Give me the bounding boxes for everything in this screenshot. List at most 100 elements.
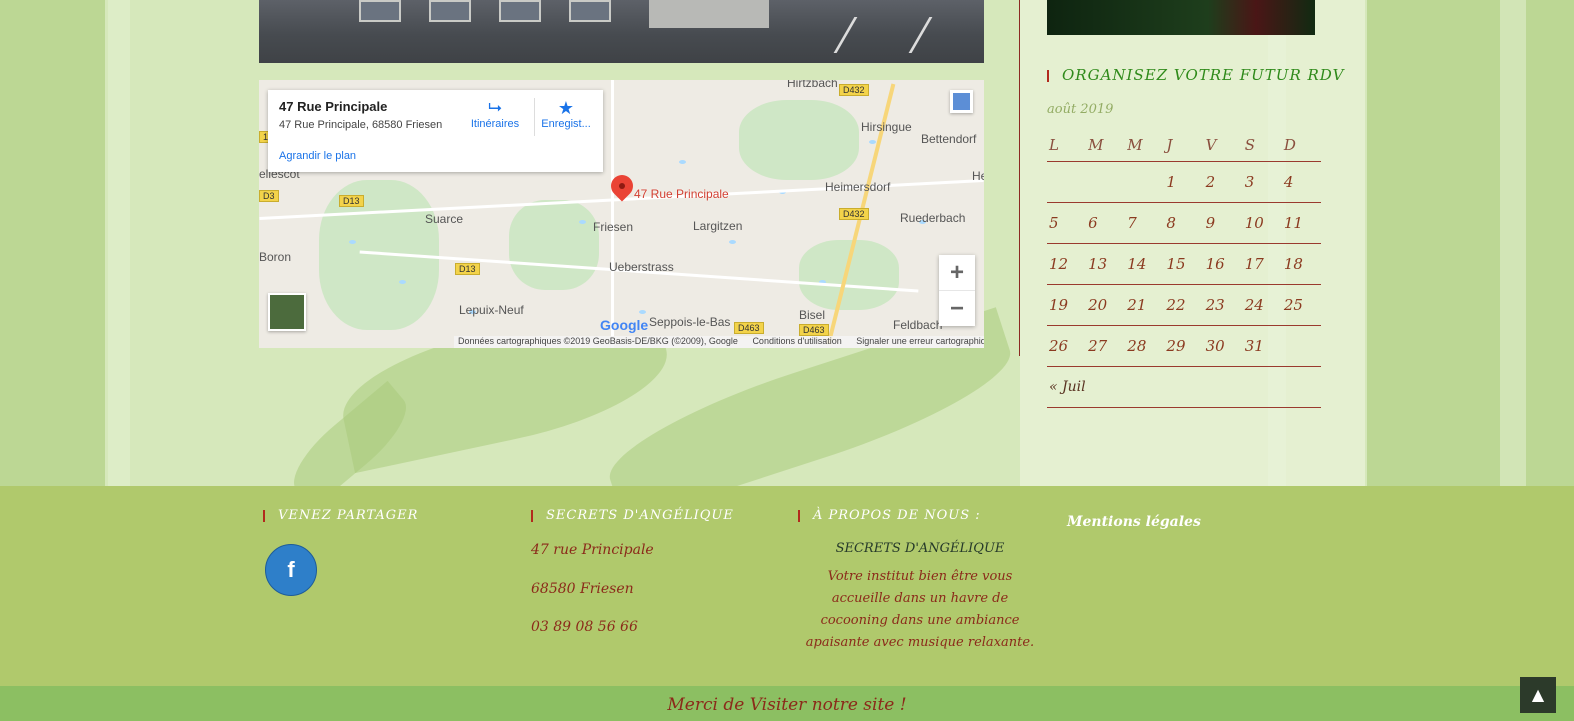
calendar-day: 11 bbox=[1281, 202, 1321, 244]
calendar-day: 23 bbox=[1203, 284, 1243, 326]
footer-about-title: À PROPOS DE NOUS : bbox=[798, 508, 981, 523]
map-town-label: Seppois-le-Bas bbox=[649, 315, 731, 329]
calendar-day: 13 bbox=[1086, 243, 1126, 285]
calendar-weekday: D bbox=[1281, 128, 1321, 162]
calendar-weekday: J bbox=[1164, 128, 1204, 162]
place-address: 47 Rue Principale, 68580 Friesen bbox=[279, 119, 443, 131]
map-town-label: Feldbach bbox=[893, 318, 943, 332]
facebook-icon[interactable]: f bbox=[265, 544, 317, 596]
terms-link[interactable]: Conditions d'utilisation bbox=[752, 336, 841, 346]
postal-city: 68580 Friesen bbox=[531, 581, 634, 597]
calendar-day: 28 bbox=[1125, 325, 1165, 367]
calendar-day: 16 bbox=[1203, 243, 1243, 285]
map-town-label: He bbox=[972, 169, 984, 183]
bottom-bar: Merci de Visiter notre site ! bbox=[0, 686, 1574, 721]
directions-button[interactable]: ⮡ Itinéraires bbox=[465, 98, 525, 130]
zoom-control: + − bbox=[939, 255, 975, 326]
scroll-to-top-button[interactable]: ▲ bbox=[1520, 677, 1556, 713]
calendar-day: 12 bbox=[1047, 243, 1087, 285]
calendar-week: 12 13 14 15 16 17 18 bbox=[1047, 243, 1321, 285]
about-description: Votre institut bien être vous accueille … bbox=[805, 569, 1035, 650]
calendar-day: 25 bbox=[1281, 284, 1321, 326]
calendar-day: 10 bbox=[1242, 202, 1282, 244]
star-icon: ★ bbox=[557, 98, 575, 118]
footer-contact-title: SECRETS D'ANGÉLIQUE bbox=[531, 508, 734, 523]
calendar-table: LMMJVSD 1 2 3 4 5 6 7 8 9 10 11 12 13 14 15 16 17 18 19 20 2… bbox=[1047, 128, 1321, 408]
map-town-label: Boron bbox=[259, 250, 292, 264]
calendar-day: 19 bbox=[1047, 284, 1087, 326]
calendar-weekday: V bbox=[1203, 128, 1243, 162]
calendar-day: 14 bbox=[1125, 243, 1165, 285]
sidebar-divider bbox=[1019, 0, 1020, 356]
save-place-button[interactable]: ★ Enregist... bbox=[536, 98, 596, 130]
street-view-pegman-icon[interactable] bbox=[950, 90, 973, 113]
map-town-label: Ruederbach bbox=[900, 211, 966, 225]
map-town-label: Heimersdorf bbox=[825, 180, 891, 194]
road-number: D3 bbox=[259, 190, 279, 202]
map-town-label: Hirtzbach bbox=[787, 80, 838, 90]
calendar-weekday: L bbox=[1047, 128, 1087, 162]
calendar-weekday: S bbox=[1242, 128, 1282, 162]
place-info-card: 47 Rue Principale 47 Rue Principale, 685… bbox=[268, 90, 603, 172]
map-town-label: Ueberstrass bbox=[609, 260, 674, 274]
save-place-label: Enregist... bbox=[541, 118, 591, 130]
zoom-out-button[interactable]: − bbox=[939, 291, 975, 326]
calendar-day: 7 bbox=[1125, 202, 1165, 244]
calendar-day: 24 bbox=[1242, 284, 1282, 326]
address-line: 47 rue Principale bbox=[531, 542, 654, 558]
phone-number[interactable]: 03 89 08 56 66 bbox=[531, 619, 638, 635]
calendar-day: 5 bbox=[1047, 202, 1087, 244]
calendar-weekday: M bbox=[1125, 128, 1165, 162]
calendar-day: 8 bbox=[1164, 202, 1204, 244]
calendar-day: 29 bbox=[1164, 325, 1204, 367]
calendar-day: 4 bbox=[1281, 161, 1321, 203]
calendar-day bbox=[1086, 161, 1126, 203]
footer: VENEZ PARTAGER f SECRETS D'ANGÉLIQUE 47 … bbox=[0, 486, 1574, 686]
calendar-day: 3 bbox=[1242, 161, 1282, 203]
road-number: D463 bbox=[734, 322, 764, 334]
about-business-name: SECRETS D'ANGÉLIQUE bbox=[835, 541, 1005, 556]
road-number: D432 bbox=[839, 84, 869, 96]
calendar-day: 27 bbox=[1086, 325, 1126, 367]
calendar-caption: août 2019 bbox=[1047, 102, 1114, 117]
calendar-prev-month-link[interactable]: « Juil bbox=[1047, 366, 1321, 408]
map-town-label: Largitzen bbox=[693, 219, 743, 233]
bamboo-decoration bbox=[1500, 0, 1526, 486]
calendar-week: 1234 bbox=[1047, 161, 1321, 203]
map-town-label: Hirsingue bbox=[861, 120, 912, 134]
map-town-label: Bisel bbox=[799, 308, 826, 322]
calendar-day: 1 bbox=[1164, 161, 1204, 203]
legal-notice-link[interactable]: Mentions légales bbox=[1067, 514, 1201, 530]
calendar-day: 15 bbox=[1164, 243, 1204, 285]
road-number: D13 bbox=[339, 195, 364, 207]
calendar-day: 6 bbox=[1086, 202, 1126, 244]
calendar-day: 21 bbox=[1125, 284, 1165, 326]
calendar-day bbox=[1125, 161, 1165, 203]
enlarge-map-link[interactable]: Agrandir le plan bbox=[279, 150, 356, 162]
google-map[interactable]: Hirtzbach Hirsingue Bettendorf Heimersdo… bbox=[259, 80, 984, 348]
calendar-day: 18 bbox=[1281, 243, 1321, 285]
map-town-label: Bettendorf bbox=[921, 132, 977, 146]
road-number: D13 bbox=[455, 263, 480, 275]
place-name: 47 Rue Principale bbox=[279, 99, 388, 114]
divider bbox=[534, 98, 535, 136]
google-logo: Google bbox=[600, 317, 649, 333]
road-number: D463 bbox=[799, 324, 829, 336]
map-marker-label[interactable]: 47 Rue Principale bbox=[634, 187, 729, 201]
directions-label: Itinéraires bbox=[470, 118, 520, 130]
footer-share-title: VENEZ PARTAGER bbox=[263, 508, 418, 523]
calendar-day: 20 bbox=[1086, 284, 1126, 326]
calendar-day: 17 bbox=[1242, 243, 1282, 285]
thanks-message: Merci de Visiter notre site ! bbox=[667, 695, 907, 715]
calendar-widget-title: ORGANISEZ VOTRE FUTUR RDV bbox=[1047, 66, 1344, 84]
report-error-link[interactable]: Signaler une erreur cartographique bbox=[856, 336, 984, 346]
zoom-in-button[interactable]: + bbox=[939, 255, 975, 290]
calendar-week: 5 6 7 8 9 10 11 bbox=[1047, 202, 1321, 244]
calendar-day bbox=[1047, 161, 1087, 203]
calendar-week: 26 27 28 29 30 31 bbox=[1047, 325, 1321, 367]
satellite-toggle-button[interactable] bbox=[268, 293, 306, 331]
institute-photo bbox=[259, 0, 984, 63]
map-town-label: Lepuix-Neuf bbox=[459, 303, 524, 317]
calendar-day: 9 bbox=[1203, 202, 1243, 244]
map-town-label: Suarce bbox=[425, 212, 464, 226]
